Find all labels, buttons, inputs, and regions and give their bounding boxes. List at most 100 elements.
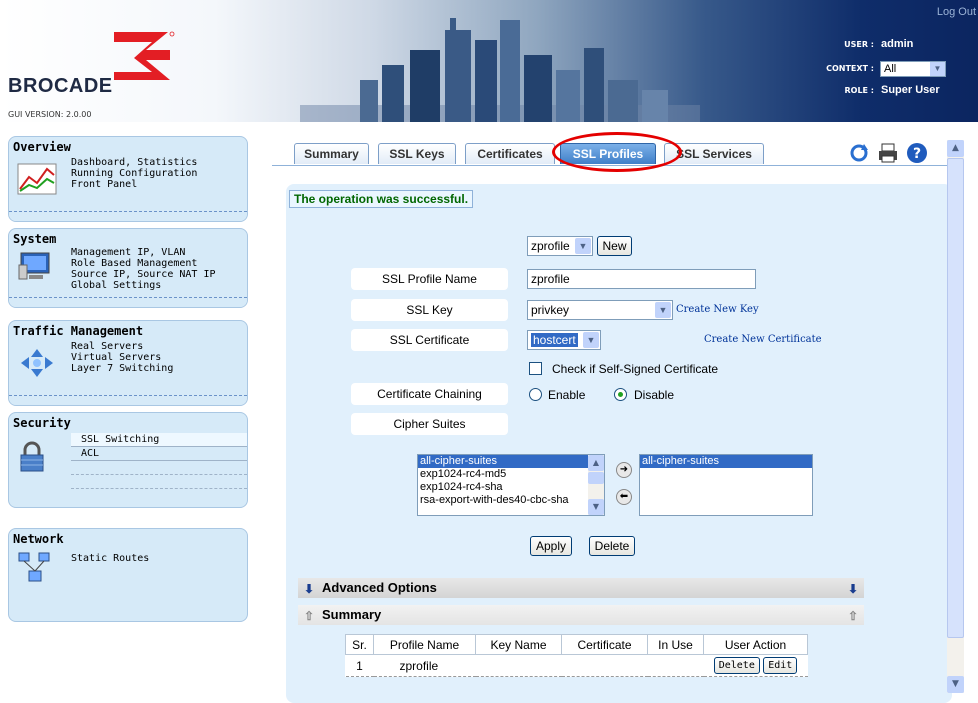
cell-cert (561, 654, 648, 677)
chevron-down-icon: ▼ (655, 302, 671, 318)
remove-cipher-arrow-icon[interactable]: ⬅ (616, 489, 632, 505)
list-item[interactable]: all-cipher-suites (640, 455, 812, 468)
row-delete-button[interactable]: Delete (713, 657, 760, 674)
create-new-key-link[interactable]: Create New Key (676, 304, 759, 315)
chevron-down-icon: ▼ (583, 332, 599, 348)
disable-label: Disable (634, 388, 675, 402)
scroll-thumb[interactable] (588, 472, 604, 484)
link-source-ip-nat[interactable]: Source IP, Source NAT IP (71, 269, 216, 280)
new-button[interactable]: New (597, 236, 632, 256)
traffic-links: Real Servers Virtual Servers Layer 7 Swi… (71, 341, 173, 374)
enable-label: Enable (548, 388, 586, 402)
profile-name-label: SSL Profile Name (351, 268, 508, 290)
gui-version: GUI VERSION: 2.0.00 (8, 110, 92, 119)
summary-title: Summary (322, 607, 382, 622)
summary-bar[interactable]: ⇧ Summary ⇧ (298, 605, 864, 625)
link-role-based-management[interactable]: Role Based Management (71, 258, 216, 269)
security-panel: Security SSL Switching ACL (8, 412, 248, 508)
collapse-up-icon: ⇧ (304, 609, 315, 623)
available-ciphers-list[interactable]: all-cipher-suites exp1024-rc4-md5 exp102… (417, 454, 605, 516)
link-running-configuration[interactable]: Running Configuration (71, 168, 197, 179)
list-item[interactable]: exp1024-rc4-sha (418, 481, 604, 494)
tab-certificates[interactable]: Certificates (465, 143, 555, 164)
scroll-thumb[interactable] (947, 158, 964, 638)
scroll-up-icon[interactable]: ▲ (947, 140, 964, 157)
list-item[interactable]: rsa-export-with-des40-cbc-sha (418, 494, 604, 507)
delete-button[interactable]: Delete (589, 536, 635, 556)
ssl-key-select[interactable]: privkey ▼ (527, 300, 673, 320)
scroll-down-icon[interactable]: ▼ (947, 676, 964, 693)
link-global-settings[interactable]: Global Settings (71, 280, 216, 291)
row-edit-button[interactable]: Edit (763, 657, 798, 674)
link-management-ip-vlan[interactable]: Management IP, VLAN (71, 247, 216, 258)
advanced-options-bar[interactable]: ⬇ Advanced Options ⬇ (298, 578, 864, 598)
cipher-list-scrollbar[interactable]: ▲ ▼ (588, 455, 604, 515)
traffic-arrows-icon (21, 349, 53, 377)
tab-ssl-profiles[interactable]: SSL Profiles (560, 143, 656, 164)
user-label: USER : (844, 40, 874, 49)
security-links: SSL Switching ACL (71, 433, 247, 489)
link-virtual-servers[interactable]: Virtual Servers (71, 352, 173, 363)
list-item[interactable]: all-cipher-suites (418, 455, 604, 468)
link-static-routes[interactable]: Static Routes (71, 553, 149, 564)
advanced-options-title: Advanced Options (322, 580, 437, 595)
certificate-chaining-label: Certificate Chaining (351, 383, 508, 405)
lock-icon (20, 441, 44, 472)
context-value: All (884, 63, 897, 75)
app-header: BROCADE GUI VERSION: 2.0.00 Log Out USER… (0, 0, 978, 122)
ssl-certificate-select[interactable]: hostcert ▼ (527, 330, 601, 350)
list-item (71, 461, 247, 475)
tab-summary[interactable]: Summary (294, 143, 369, 164)
brand-name: BROCADE (8, 75, 113, 97)
brocade-logo-icon (114, 31, 175, 80)
chaining-disable-radio[interactable] (614, 388, 627, 401)
tab-bar: Summary SSL Keys Certificates SSL Profil… (272, 126, 952, 172)
link-ssl-switching[interactable]: SSL Switching (71, 433, 247, 447)
cell-profile: zprofile (373, 654, 476, 677)
ssl-profile-panel: The operation was successful. zprofile ▼… (286, 184, 952, 703)
chaining-enable-radio[interactable] (529, 388, 542, 401)
refresh-icon[interactable] (848, 142, 870, 164)
network-title: Network (13, 532, 64, 546)
chevron-down-icon: ▼ (930, 62, 945, 76)
sidebar: Overview Dashboard, Statistics Running C… (0, 122, 262, 703)
add-cipher-arrow-icon[interactable]: ➜ (616, 462, 632, 478)
list-item[interactable]: exp1024-rc4-md5 (418, 468, 604, 481)
ssl-certificate-label: SSL Certificate (351, 329, 508, 351)
apply-button[interactable]: Apply (530, 536, 572, 556)
profile-name-field[interactable]: zprofile (527, 269, 756, 289)
context-select[interactable]: All ▼ (880, 61, 946, 77)
tab-ssl-services[interactable]: SSL Services (664, 143, 764, 164)
help-icon[interactable]: ? (906, 142, 928, 164)
col-in-use: In Use (647, 634, 704, 655)
ssl-certificate-value: hostcert (531, 333, 578, 347)
scroll-up-icon[interactable]: ▲ (588, 455, 604, 471)
expand-down-icon: ⬇ (847, 582, 858, 596)
network-topology-icon (18, 552, 50, 582)
selected-ciphers-list[interactable]: all-cipher-suites (639, 454, 813, 516)
system-links: Management IP, VLAN Role Based Managemen… (71, 247, 216, 291)
link-acl[interactable]: ACL (71, 447, 247, 461)
print-icon[interactable] (877, 142, 899, 164)
logout-link[interactable]: Log Out (937, 6, 976, 18)
overview-title: Overview (13, 140, 71, 154)
summary-table: Sr. Profile Name Key Name Certificate In… (345, 634, 808, 677)
table-row: 1 zprofile Delete Edit (345, 654, 808, 677)
traffic-panel: Traffic Management Real Servers Virtual … (8, 320, 248, 406)
network-panel: Network Static Routes (8, 528, 248, 622)
create-new-certificate-link[interactable]: Create New Certificate (704, 334, 822, 345)
link-dashboard-statistics[interactable]: Dashboard, Statistics (71, 157, 197, 168)
tab-ssl-keys[interactable]: SSL Keys (378, 143, 456, 164)
role-label: ROLE : (844, 86, 874, 95)
chart-icon (17, 163, 57, 195)
link-layer7-switching[interactable]: Layer 7 Switching (71, 363, 173, 374)
self-signed-checkbox[interactable] (529, 362, 542, 375)
collapse-up-icon: ⇧ (847, 609, 858, 623)
link-front-panel[interactable]: Front Panel (71, 179, 197, 190)
scroll-down-icon[interactable]: ▼ (588, 499, 604, 515)
profile-select[interactable]: zprofile ▼ (527, 236, 593, 256)
link-real-servers[interactable]: Real Servers (71, 341, 173, 352)
col-profile-name: Profile Name (373, 634, 476, 655)
page-scrollbar[interactable]: ▲ ▼ (947, 140, 964, 693)
list-item (71, 475, 247, 489)
